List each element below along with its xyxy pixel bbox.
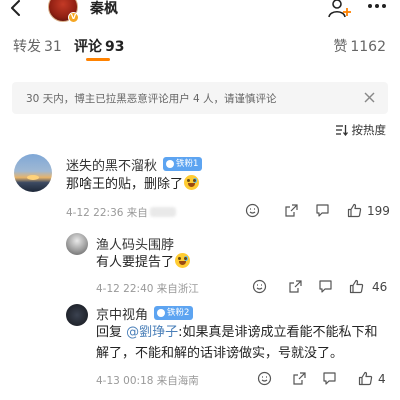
blurred-location bbox=[149, 207, 176, 217]
fan-badge-label: 铁粉1 bbox=[176, 159, 199, 169]
tab-reposts[interactable]: 转发 31 bbox=[13, 36, 62, 56]
reaction-icon[interactable] bbox=[245, 203, 260, 218]
top-bar: V 秦枫 bbox=[0, 0, 400, 23]
fan-badge-label: 铁粉2 bbox=[167, 308, 190, 318]
reaction-icon[interactable] bbox=[252, 279, 267, 294]
comment-text[interactable]: 回复 @劉琤子:如果真是诽谤成立看能不能私下和解了，不能和解的话诽谤做实，号就没… bbox=[96, 322, 390, 364]
more-dots-icon[interactable] bbox=[366, 0, 388, 16]
add-user-icon[interactable] bbox=[328, 0, 352, 21]
active-tab-indicator bbox=[86, 58, 110, 61]
like-count: 199 bbox=[367, 204, 390, 218]
avatar[interactable] bbox=[66, 233, 88, 255]
share-icon[interactable] bbox=[284, 203, 299, 218]
commenter-name[interactable]: 渔人码头围脖 bbox=[96, 234, 174, 253]
tab-count: 1162 bbox=[350, 39, 386, 55]
sort-icon bbox=[335, 125, 348, 136]
comment-time: 4-12 22:40 来自浙江 bbox=[96, 283, 199, 295]
comment-meta: 4-12 22:36 来自 bbox=[66, 205, 176, 220]
verified-badge: V bbox=[68, 12, 79, 23]
tab-label: 转发 bbox=[13, 39, 41, 55]
tab-likes[interactable]: 赞 1162 bbox=[333, 36, 386, 56]
comment-time: 4-12 22:36 来自 bbox=[66, 207, 148, 219]
avatar[interactable] bbox=[14, 154, 52, 192]
comment-time: 4-13 00:18 来自海南 bbox=[96, 375, 199, 387]
comment-icon[interactable] bbox=[322, 371, 337, 386]
comment-text[interactable]: 那啥王的贴，删除了 bbox=[66, 174, 200, 195]
like-icon[interactable] bbox=[358, 371, 373, 386]
share-icon[interactable] bbox=[288, 279, 303, 294]
like-icon[interactable] bbox=[349, 279, 364, 294]
page-title: 秦枫 bbox=[90, 1, 118, 17]
like-icon[interactable] bbox=[347, 203, 362, 218]
comment-text[interactable]: 有人要提告了 bbox=[96, 252, 191, 273]
reaction-icon[interactable] bbox=[257, 371, 272, 386]
share-icon[interactable] bbox=[292, 371, 307, 386]
tab-label: 赞 bbox=[333, 39, 348, 55]
tab-bar: 转发 31 评论 93 赞 1162 bbox=[0, 36, 400, 64]
laugh-cry-emoji-icon bbox=[175, 253, 191, 268]
comment-icon[interactable] bbox=[318, 279, 333, 294]
fan-badge: 铁粉1 bbox=[163, 157, 203, 171]
like-count: 46 bbox=[372, 280, 388, 294]
notice-banner: 30 天内，博主已拉黑恶意评论用户 4 人，请谨慎评论 bbox=[12, 82, 388, 114]
notice-text: 30 天内，博主已拉黑恶意评论用户 4 人，请谨慎评论 bbox=[26, 93, 277, 105]
laugh-cry-emoji-icon bbox=[184, 175, 200, 190]
close-icon[interactable] bbox=[363, 91, 376, 104]
commenter-name[interactable]: 京中视角 bbox=[96, 304, 148, 323]
tab-label: 评论 bbox=[74, 39, 102, 55]
comment-icon[interactable] bbox=[315, 203, 330, 218]
tab-count: 93 bbox=[105, 39, 125, 55]
like-count: 4 bbox=[378, 372, 386, 386]
fan-badge: 铁粉2 bbox=[154, 306, 194, 320]
comment-body: 那啥王的贴，删除了 bbox=[66, 177, 184, 192]
mention-link[interactable]: @劉琤子 bbox=[126, 325, 178, 340]
commenter-name[interactable]: 迷失的黑不溜秋 bbox=[66, 155, 157, 174]
sunset-image bbox=[27, 175, 39, 180]
reply-prefix: 回复 bbox=[96, 325, 123, 340]
avatar[interactable] bbox=[66, 304, 88, 326]
sort-label: 按热度 bbox=[351, 123, 387, 137]
tab-comments[interactable]: 评论 93 bbox=[74, 36, 124, 56]
sort-by-hot-button[interactable]: 按热度 bbox=[335, 122, 387, 138]
tab-count: 31 bbox=[44, 39, 62, 55]
chevron-left-icon[interactable] bbox=[6, 0, 26, 18]
comment-body: 有人要提告了 bbox=[96, 255, 175, 270]
